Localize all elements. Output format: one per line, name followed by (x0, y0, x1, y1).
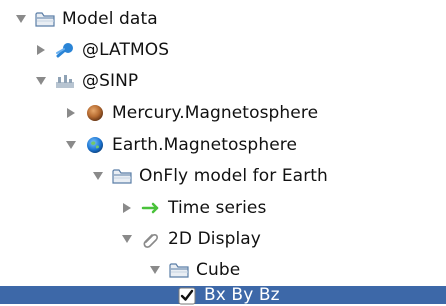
tree-node-mercury-magnetosphere[interactable]: Mercury.Magnetosphere (0, 98, 446, 128)
tree-node-onfly-model-earth[interactable]: OnFly model for Earth (0, 161, 446, 191)
expand-toggle-icon[interactable] (65, 139, 77, 151)
tree-node-bx-by-bz[interactable]: Bx By Bz (0, 285, 446, 306)
model-data-tree[interactable]: Model data @LATMOS @SINP Mercury.Magneto… (0, 0, 446, 306)
paperclip-icon (141, 229, 161, 249)
tree-node-sinp[interactable]: @SINP (0, 66, 446, 96)
collapse-toggle-icon[interactable] (121, 202, 133, 214)
tree-node-earth-magnetosphere[interactable]: Earth.Magnetosphere (0, 130, 446, 160)
tree-node-label: Earth.Magnetosphere (112, 134, 298, 155)
planet-earth-icon (85, 135, 105, 155)
tree-node-label: Cube (196, 259, 241, 280)
expand-toggle-icon[interactable] (15, 13, 27, 25)
tree-node-latmos[interactable]: @LATMOS (0, 35, 446, 65)
folder-icon (169, 260, 189, 280)
tree-node-label: OnFly model for Earth (139, 165, 328, 186)
folder-icon (112, 166, 132, 186)
collapse-toggle-icon[interactable] (35, 44, 47, 56)
tree-node-label: @LATMOS (82, 39, 170, 60)
arrow-right-icon (141, 198, 161, 218)
tree-node-cube[interactable]: Cube (0, 255, 446, 285)
tree-node-label: Mercury.Magnetosphere (112, 102, 319, 123)
folder-icon (35, 9, 55, 29)
tree-node-label: @SINP (82, 70, 139, 91)
tree-node-label: Bx By Bz (204, 285, 280, 305)
expand-toggle-icon[interactable] (149, 264, 161, 276)
factory-icon (55, 71, 75, 91)
tree-node-2d-display[interactable]: 2D Display (0, 224, 446, 254)
tree-node-label: Time series (168, 197, 267, 218)
expand-toggle-icon[interactable] (121, 233, 133, 245)
tree-node-label: 2D Display (168, 228, 261, 249)
tree-node-time-series[interactable]: Time series (0, 193, 446, 223)
expand-toggle-icon[interactable] (92, 170, 104, 182)
collapse-toggle-icon[interactable] (65, 107, 77, 119)
tree-node-model-data[interactable]: Model data (0, 4, 446, 34)
checkbox-icon[interactable] (177, 286, 197, 306)
tree-node-label: Model data (62, 8, 158, 29)
comet-icon (55, 40, 75, 60)
planet-mercury-icon (85, 103, 105, 123)
expand-toggle-icon[interactable] (35, 75, 47, 87)
